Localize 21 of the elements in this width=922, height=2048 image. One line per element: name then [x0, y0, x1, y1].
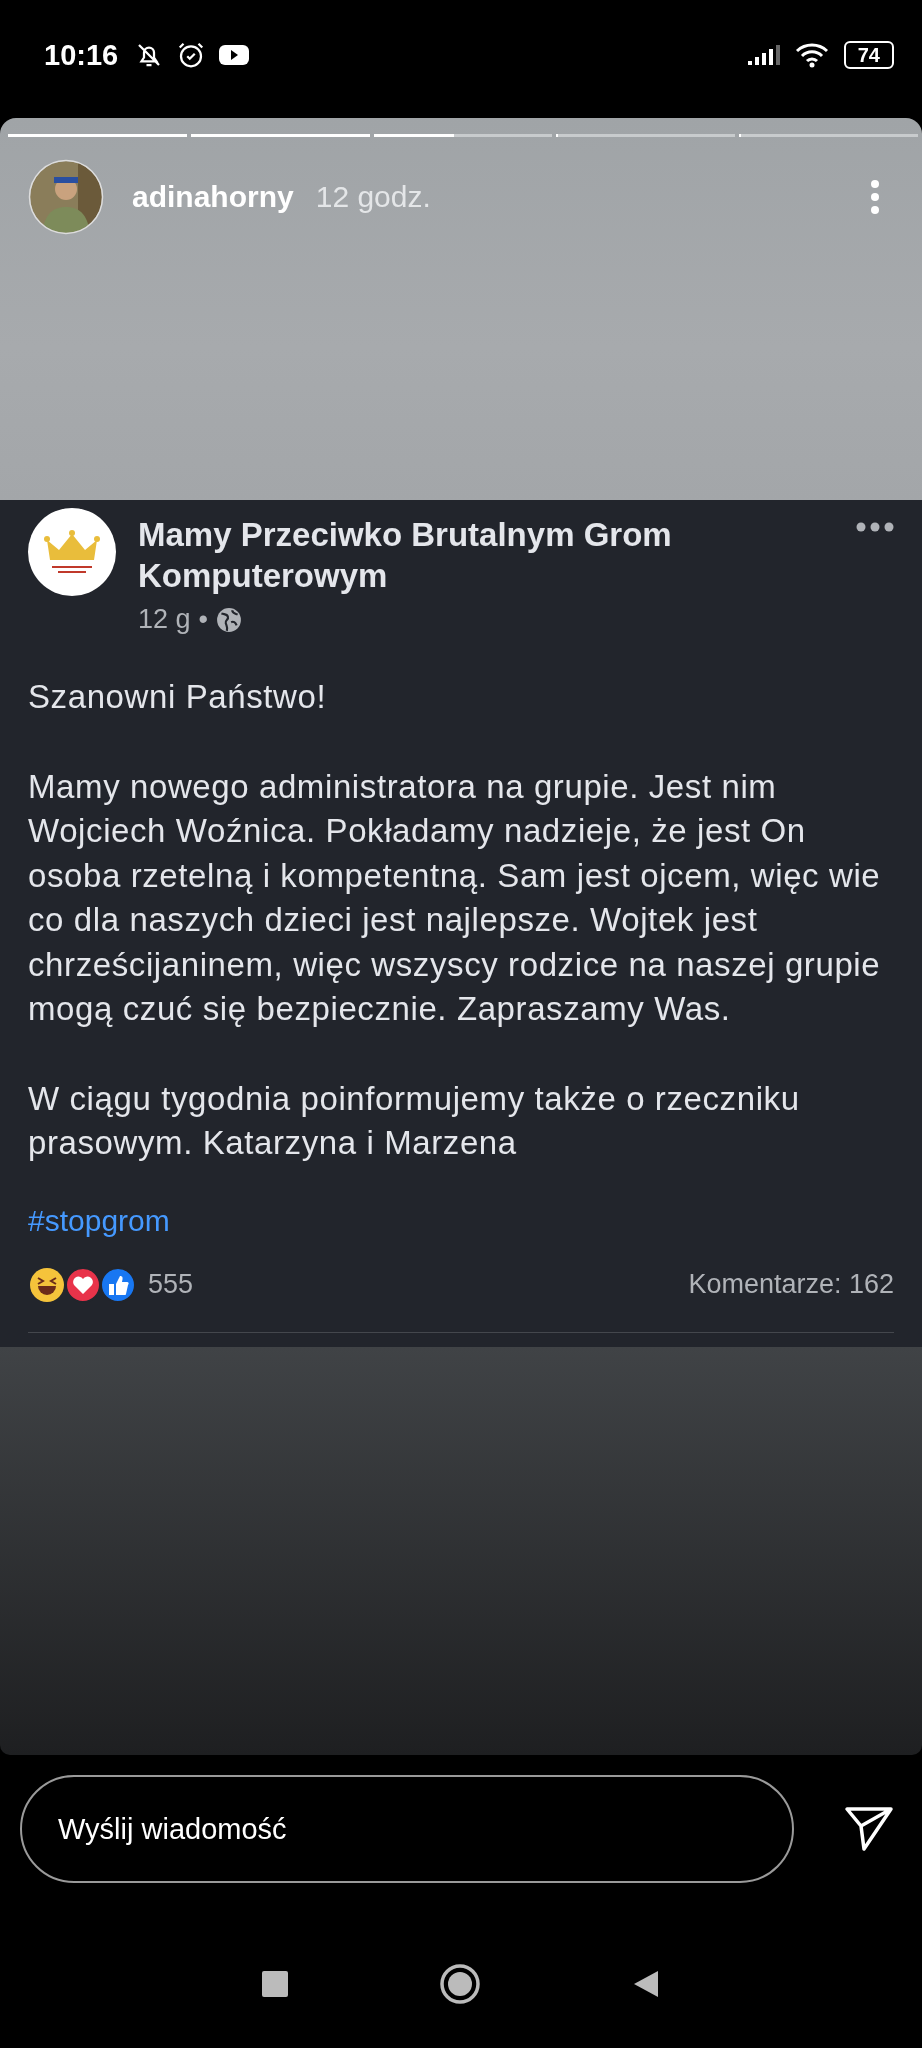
send-icon[interactable]: [844, 1806, 894, 1852]
post-paragraph: Szanowni Państwo!: [28, 677, 328, 717]
hashtag-link[interactable]: #stopgrom: [28, 1203, 170, 1237]
post-paragraph: W ciągu tygodnia poinformujemy także o rzeczniku prasowym. Katarzyna i Marzena: [28, 1078, 801, 1163]
recent-apps-icon[interactable]: [261, 1970, 289, 1998]
crown-logo-icon: [28, 508, 116, 596]
video-play-icon: [218, 43, 251, 67]
group-name[interactable]: Mamy Przeciwko Brutalnym Grom Komputerowym: [138, 514, 834, 596]
post-paragraph: Mamy nowego administratora na grupie. Jest nim Wojciech Woźnica. Pokładamy nadzieje, że jest On osoba rzetelną i kompetentną. Sam jest ojcem, więc wie co dla naszych dzieci jest najlepsze. Wojtek jest chrześcijaninem, więc wszyscy rodzice na naszej grupie mogą czuć się bezpiecznie. Zapraszamy Was.: [28, 766, 882, 1029]
comment-count[interactable]: Komentarze: 162: [688, 1269, 894, 1300]
battery-indicator: 74: [843, 41, 894, 69]
message-field[interactable]: Wyślij wiadomość: [20, 1775, 794, 1883]
signal-icon: [745, 43, 782, 67]
home-icon[interactable]: [439, 1963, 481, 2005]
story-age: 12 godz.: [315, 180, 431, 214]
clock-time: 10:16: [44, 38, 119, 72]
globe-icon: [216, 606, 242, 633]
post-time: 12 g: [138, 604, 191, 635]
reaction-count[interactable]: 555: [148, 1269, 194, 1300]
more-options-icon[interactable]: [856, 522, 894, 532]
separator-dot: •: [198, 604, 208, 635]
